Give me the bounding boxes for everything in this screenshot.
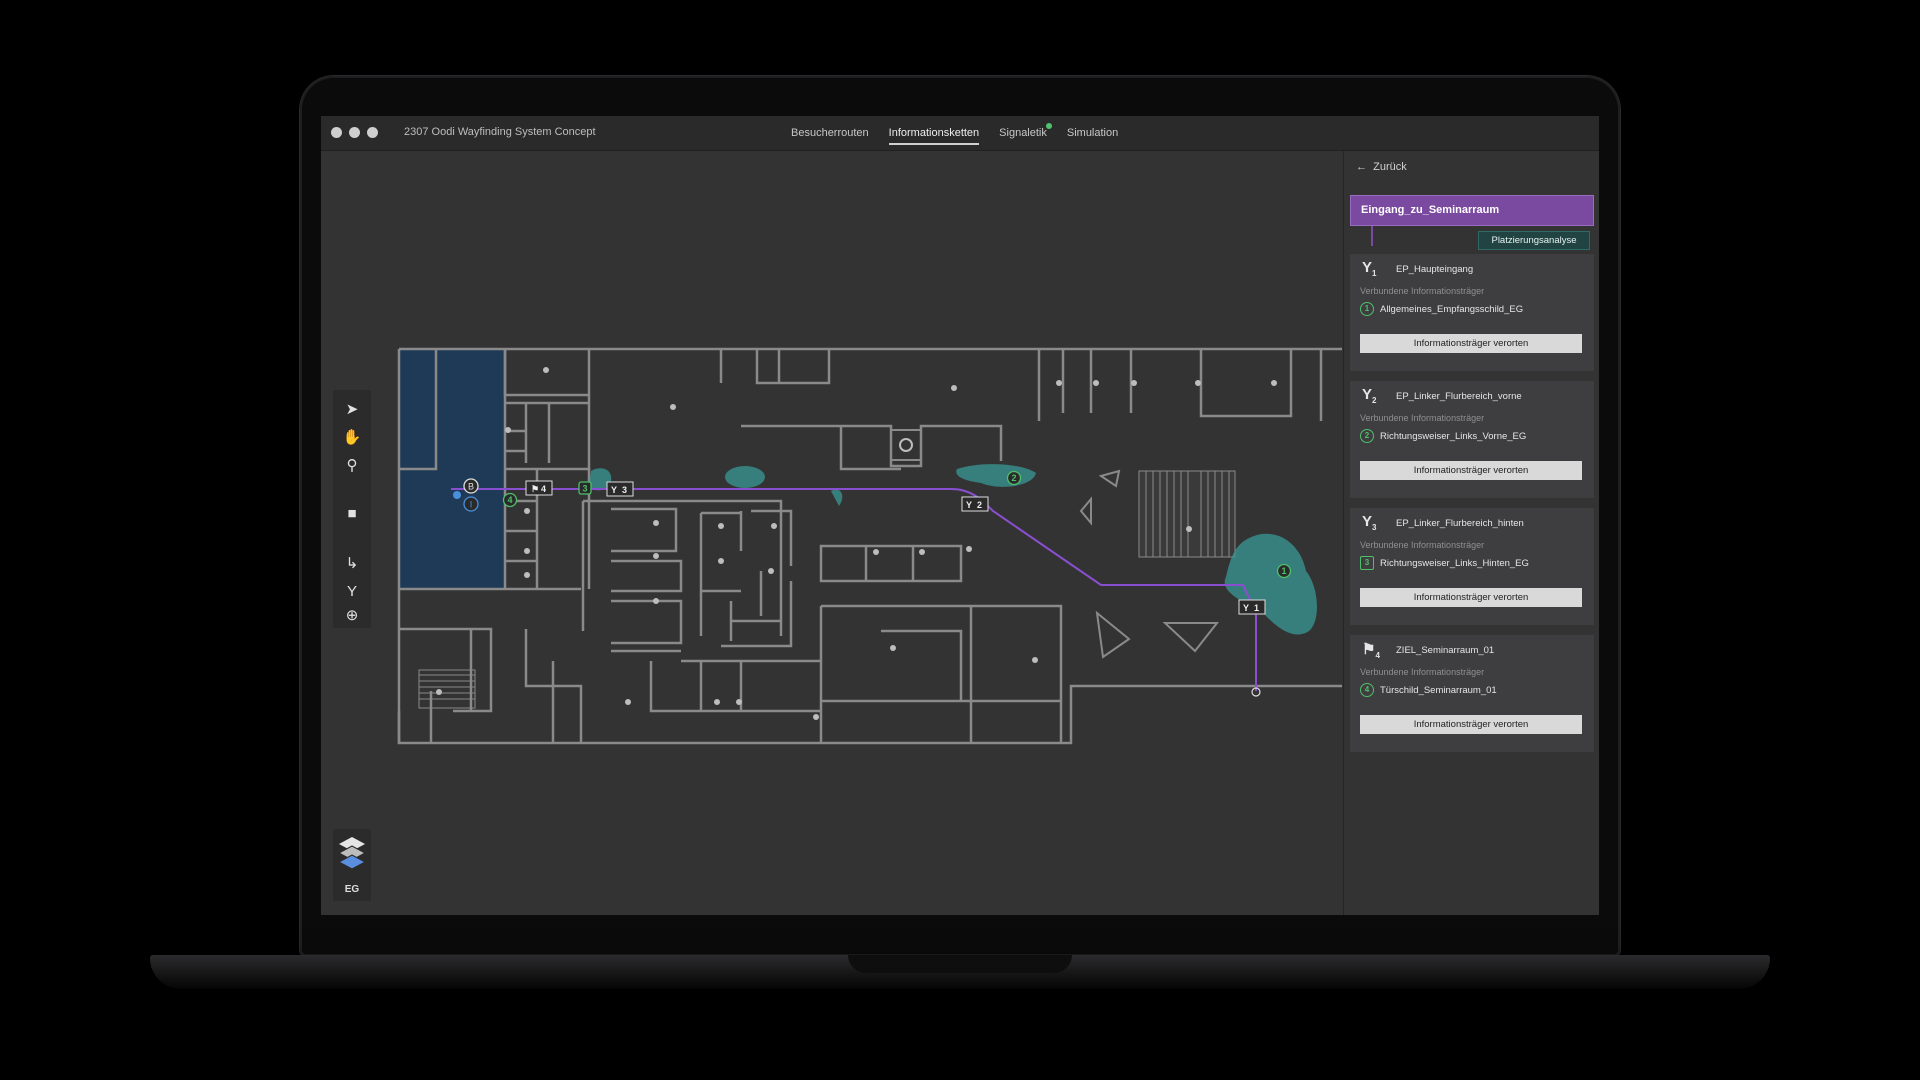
connected-label: Verbundene Informationsträger [1360,286,1485,296]
decision-point-3[interactable]: Y 3 [606,481,634,497]
locate-carrier-button[interactable]: Informationsträger verorten [1360,588,1582,607]
carrier-name: Allgemeines_Empfangsschild_EG [1380,304,1524,315]
carrier-number: 3 [1360,556,1374,570]
carrier-marker-1-label: 1 [1281,566,1286,576]
notification-badge [1045,123,1052,129]
marker-b[interactable]: B [463,478,479,494]
point-title: EP_Linker_Flurbereich_vorne [1396,391,1522,402]
arrow-left-icon: ← [1356,161,1367,173]
locate-carrier-button[interactable]: Informationsträger verorten [1360,715,1582,734]
decision-point-icon: Y2 [1362,386,1377,405]
carrier-marker-3-label: 3 [582,484,587,494]
goal-flag-icon: ⚑4 [1362,641,1380,660]
carrier-number: 4 [1360,683,1374,697]
point-index: 1 [1372,269,1377,278]
tab-label: Simulation [1066,127,1119,139]
window-close-button[interactable] [331,127,342,138]
point-title: EP_Linker_Flurbereich_hinten [1396,518,1524,529]
point-card-4[interactable]: ⚑4 ZIEL_Seminarraum_01 Verbundene Inform… [1350,635,1594,752]
point-card-1[interactable]: Y1 EP_Haupteingang Verbundene Informatio… [1350,254,1594,371]
goal-flag-label: 4 [541,484,546,494]
goal-flag-icon: ⚑ [531,484,539,494]
floorplan-canvas[interactable]: B I 4 3 2 1 ⚑ 4 Y 3 Y 2 Y 1 ➤ ✋ ⚲ ■ ↳ Y … [321,151,1342,915]
marker-i-label: I [470,500,473,510]
carrier-marker-4-label: 4 [507,495,512,505]
point-title: ZIEL_Seminarraum_01 [1396,645,1495,656]
connected-label: Verbundene Informationsträger [1360,413,1485,423]
carrier-name: Richtungsweiser_Links_Hinten_EG [1380,558,1529,569]
carrier-number: 1 [1360,302,1374,316]
decision-point-icon: Y1 [1362,259,1377,278]
title-bar: 2307 Oodi Wayfinding System Concept Besu… [321,116,1599,151]
decision-point-1-label: 1 [1254,603,1259,613]
layers-icon [337,837,367,870]
floor-label: EG [344,884,360,895]
laptop-notch [848,955,1072,973]
main-nav: Besucherrouten Informationsketten Signal… [791,116,1118,150]
point-card-2[interactable]: Y2 EP_Linker_Flurbereich_vorne Verbunden… [1350,381,1594,498]
tab-simulation[interactable]: Simulation [1067,116,1118,150]
chain-connector [1371,226,1373,246]
back-label: Zurück [1373,161,1407,173]
connected-label: Verbundene Informationsträger [1360,667,1485,677]
tab-informationsketten[interactable]: Informationsketten [888,116,980,150]
floor-switcher[interactable]: EG [333,829,371,901]
back-button[interactable]: ← Zurück [1356,161,1407,173]
carrier-marker-4[interactable]: 4 [502,492,518,508]
carrier-number: 2 [1360,429,1374,443]
carrier-marker-1[interactable]: 1 [1276,563,1292,579]
pointer-icon[interactable]: ➤ [339,398,365,422]
tool-palette: ➤ ✋ ⚲ ■ ↳ Y ⊕ [333,390,371,628]
decision-point-2-label: 2 [977,500,982,510]
decision-point-icon: Y3 [1362,513,1377,532]
locate-carrier-button[interactable]: Informationsträger verorten [1360,334,1582,353]
point-index: 3 [1372,523,1377,532]
tab-label: Informationsketten [888,127,980,139]
carrier-name: Richtungsweiser_Links_Vorne_EG [1380,431,1527,442]
carrier-marker-2-label: 2 [1011,473,1016,483]
carrier-marker-2[interactable]: 2 [1006,470,1022,486]
floorplan: B I 4 3 2 1 ⚑ 4 Y 3 Y 2 Y 1 [397,347,1342,745]
decision-point-icon[interactable]: Y [339,580,365,604]
tab-signaletik[interactable]: Signaletik [999,116,1052,150]
zoom-icon[interactable]: ⚲ [339,454,365,478]
route-point-icon[interactable]: ↳ [339,552,365,576]
marker-b-label: B [468,482,474,492]
point-index: 2 [1372,396,1377,405]
chain-title[interactable]: Eingang_zu_Seminarraum [1350,195,1594,226]
note-icon[interactable]: ■ [339,502,365,526]
decision-point-icon: Y [1243,603,1249,613]
elevator [890,429,922,461]
point-index: 4 [1375,651,1380,660]
tab-label: Signaletik [999,127,1047,139]
goal-flag-marker[interactable]: ⚑ 4 [525,480,553,496]
carrier-name: Türschild_Seminarraum_01 [1380,685,1497,696]
window-minimize-button[interactable] [349,127,360,138]
tab-besucherrouten[interactable]: Besucherrouten [791,116,869,150]
decision-point-3-label: 3 [622,485,627,495]
point-title: EP_Haupteingang [1396,264,1474,275]
tab-label: Besucherrouten [791,127,869,139]
connected-label: Verbundene Informationsträger [1360,540,1485,550]
decision-point-1[interactable]: Y 1 [1238,599,1266,615]
locate-carrier-button[interactable]: Informationsträger verorten [1360,461,1582,480]
decision-point-icon: Y [966,500,972,510]
point-card-3[interactable]: Y3 EP_Linker_Flurbereich_hinten Verbunde… [1350,508,1594,625]
app-title: 2307 Oodi Wayfinding System Concept [404,126,596,138]
info-chain-panel: ← Zurück Eingang_zu_Seminarraum Platzier… [1343,151,1599,915]
window-maximize-button[interactable] [367,127,378,138]
hand-icon[interactable]: ✋ [339,426,365,450]
app-window: 2307 Oodi Wayfinding System Concept Besu… [321,116,1599,915]
decision-point-2[interactable]: Y 2 [961,496,989,512]
marker-i[interactable]: I [463,496,479,512]
start-dot [453,491,461,499]
decision-point-icon: Y [611,485,617,495]
placement-analysis-button[interactable]: Platzierungsanalyse [1478,231,1590,250]
carrier-marker-3[interactable]: 3 [578,481,592,495]
add-icon[interactable]: ⊕ [339,604,365,628]
